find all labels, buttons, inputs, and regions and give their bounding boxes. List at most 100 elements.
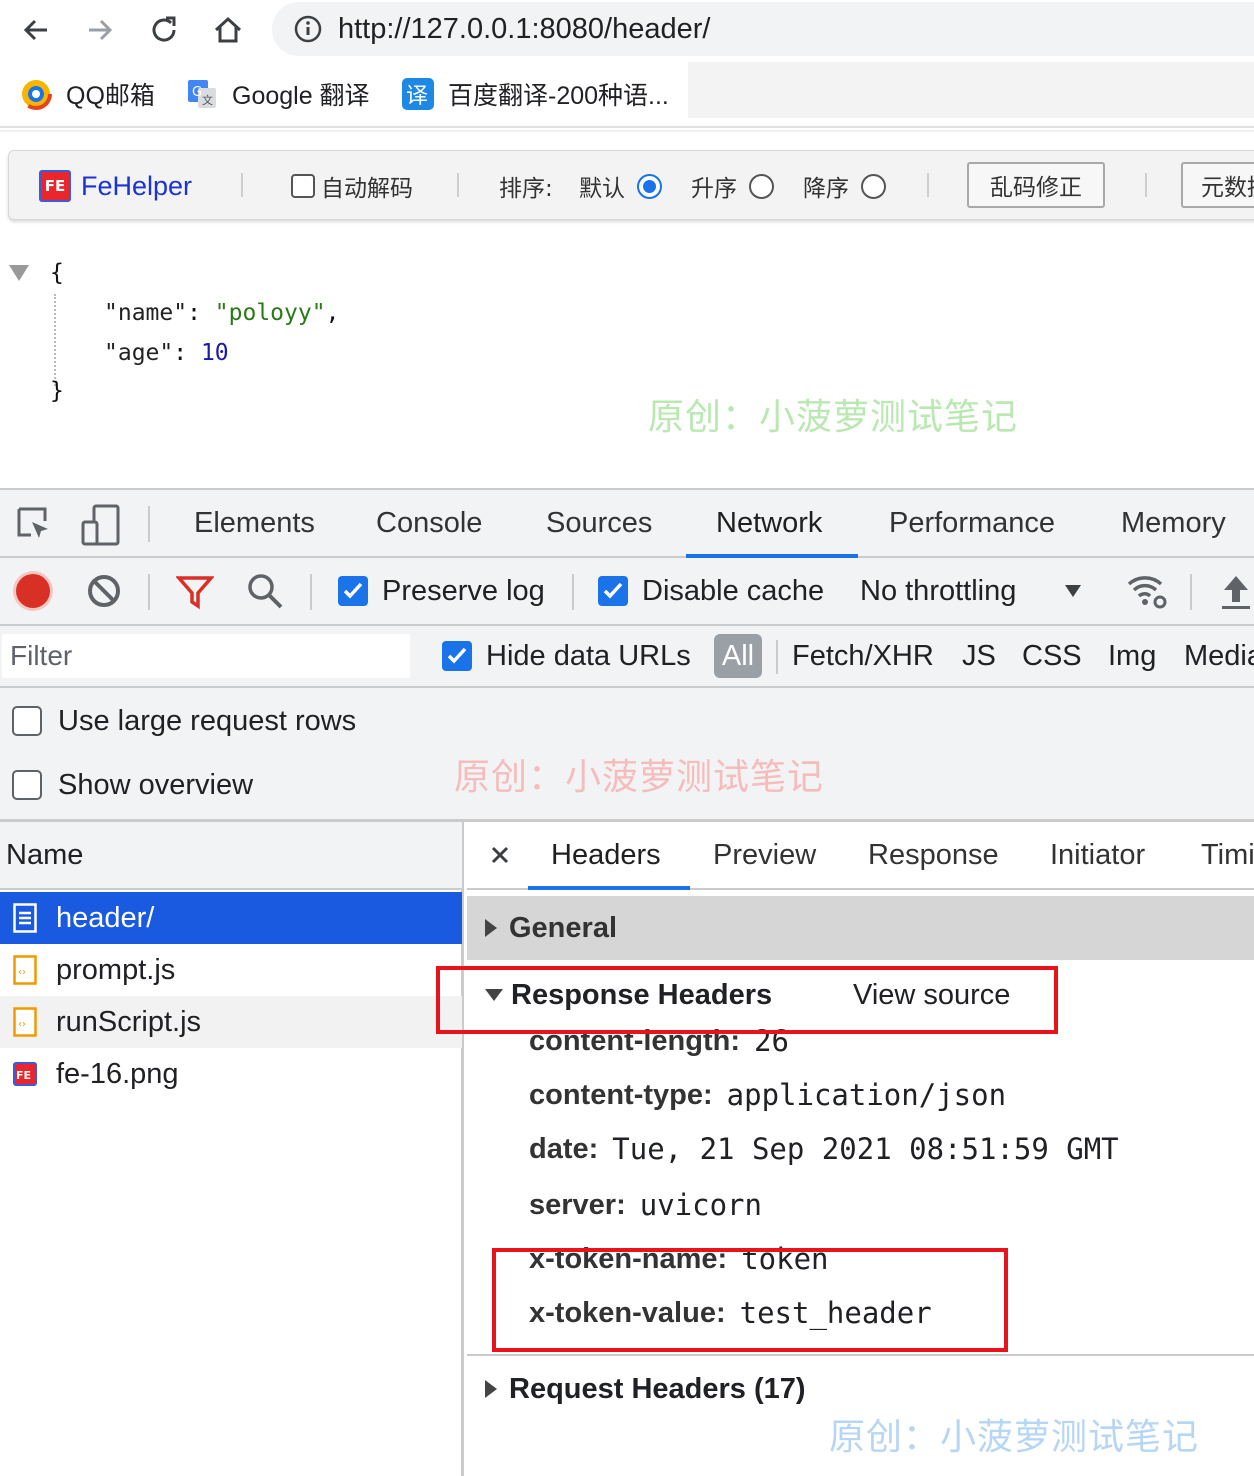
fehelper-brand[interactable]: FE FeHelper (39, 151, 192, 221)
radio-icon (861, 173, 886, 199)
fehelper-toolbar: FE FeHelper 自动解码 排序: 默认 升序 降序 乱码修正 元数据 (8, 150, 1254, 220)
bookmark-label: Google 翻译 (232, 82, 370, 110)
request-name: header/ (56, 901, 155, 934)
request-headers-label: Request Headers (17) (509, 1372, 806, 1405)
request-headers-section[interactable]: Request Headers (17) (485, 1364, 806, 1414)
request-name: prompt.js (56, 953, 176, 986)
record-button[interactable] (16, 574, 50, 608)
sort-desc-label: 降序 (803, 176, 849, 202)
page-viewport: FE FeHelper 自动解码 排序: 默认 升序 降序 乱码修正 元数据 { (0, 130, 1254, 490)
tab-network[interactable]: Network (716, 490, 822, 556)
google-translate-icon: G文 (188, 80, 216, 108)
svg-text:‹›: ‹› (18, 967, 26, 978)
address-bar[interactable]: http://127.0.0.1:8080/header/ (272, 2, 1254, 56)
use-large-rows-checkbox[interactable]: Use large request rows (12, 696, 356, 746)
preserve-log-checkbox[interactable]: Preserve log (338, 558, 545, 624)
network-conditions-icon[interactable] (1126, 572, 1170, 612)
json-line-age: "age": 10 (104, 340, 229, 366)
filter-type-img[interactable]: Img (1108, 626, 1156, 686)
close-icon[interactable] (491, 846, 509, 864)
inspect-element-icon[interactable] (16, 506, 54, 544)
filter-funnel-icon[interactable] (176, 574, 214, 610)
baidu-translate-icon: 译 (402, 78, 434, 110)
filter-type-css[interactable]: CSS (1022, 626, 1082, 686)
sort-asc-radio[interactable]: 升序 (691, 151, 774, 221)
devtools-panel: Elements Console Sources Network Perform… (0, 488, 1254, 1476)
network-settings: Use large request rows Show overview 原创：… (0, 688, 1254, 822)
json-key: "name" (104, 300, 188, 326)
back-button[interactable] (14, 8, 58, 52)
hide-data-urls-label: Hide data URLs (486, 639, 691, 672)
radio-selected-icon (637, 173, 662, 199)
checkbox-checked-icon (338, 576, 368, 606)
fix-encoding-button[interactable]: 乱码修正 (967, 162, 1105, 208)
filter-type-fetch-xhr[interactable]: Fetch/XHR (792, 626, 934, 686)
import-har-icon[interactable] (1220, 572, 1252, 612)
image-file-icon: FE (12, 1059, 38, 1089)
highlight-box-token-headers (492, 1248, 1008, 1352)
separator (572, 574, 574, 610)
bookmark-baidu-translate[interactable]: 译 百度翻译-200种语... (402, 74, 669, 114)
script-file-icon: ‹› (12, 955, 38, 985)
forward-button[interactable] (78, 8, 122, 52)
hide-data-urls-checkbox[interactable]: Hide data URLs (442, 626, 691, 686)
request-row-header[interactable]: header/ (0, 892, 462, 944)
script-file-icon: ‹› (12, 1007, 38, 1037)
header-key: server: (529, 1188, 626, 1221)
general-label: General (509, 911, 617, 944)
sort-asc-label: 升序 (691, 176, 737, 202)
filter-type-all[interactable]: All (714, 634, 762, 678)
filter-input[interactable]: Filter (2, 634, 410, 678)
sort-default-radio[interactable]: 默认 (579, 151, 662, 221)
sort-label: 排序: (499, 176, 553, 202)
fehelper-brand-label: FeHelper (81, 170, 193, 201)
tab-sources[interactable]: Sources (546, 490, 652, 556)
request-row-runscript-js[interactable]: ‹› runScript.js (0, 996, 462, 1048)
qq-mail-icon (20, 78, 52, 110)
bookmark-google-translate[interactable]: G文 Google 翻译 (186, 74, 370, 114)
tab-memory[interactable]: Memory (1121, 490, 1226, 556)
tab-elements[interactable]: Elements (194, 490, 315, 556)
header-row: date: Tue, 21 Sep 2021 08:51:59 GMT (529, 1124, 1119, 1174)
request-details: Headers Preview Response Initiator Timin… (436, 822, 1254, 1476)
json-indent-guide (54, 294, 56, 386)
tab-response[interactable]: Response (868, 822, 999, 888)
general-section-header[interactable]: General (467, 896, 1254, 960)
request-name: runScript.js (56, 1005, 202, 1038)
bookmark-qq-mail[interactable]: QQ邮箱 (20, 74, 155, 114)
search-icon[interactable] (246, 572, 284, 610)
sort-default-label: 默认 (579, 176, 625, 202)
tab-headers[interactable]: Headers (551, 822, 661, 888)
tab-performance[interactable]: Performance (889, 490, 1055, 556)
header-row: content-type: application/json (529, 1070, 1006, 1120)
request-row-fe-16-png[interactable]: FE fe-16.png (0, 1048, 462, 1100)
svg-text:FE: FE (16, 1069, 31, 1082)
collapse-triangle-icon[interactable] (8, 264, 30, 282)
tab-preview[interactable]: Preview (713, 822, 816, 888)
header-key: content-type: (529, 1078, 713, 1111)
reload-icon (152, 16, 176, 42)
device-toolbar-icon[interactable] (80, 504, 122, 546)
home-icon (214, 16, 242, 43)
home-button[interactable] (206, 8, 250, 52)
filter-type-media[interactable]: Media (1184, 626, 1254, 686)
throttling-select[interactable]: No throttling (860, 558, 1082, 624)
request-row-prompt-js[interactable]: ‹› prompt.js (0, 944, 462, 996)
metadata-button[interactable]: 元数据 (1181, 162, 1254, 208)
checkbox-icon (291, 174, 315, 198)
tab-initiator[interactable]: Initiator (1050, 822, 1145, 888)
auto-decode-checkbox[interactable]: 自动解码 (291, 151, 413, 221)
reload-button[interactable] (142, 8, 186, 52)
filter-type-js[interactable]: JS (962, 626, 996, 686)
clear-icon[interactable] (86, 573, 122, 609)
sort-desc-radio[interactable]: 降序 (803, 151, 886, 221)
name-column-header[interactable]: Name (0, 822, 462, 890)
show-overview-checkbox[interactable]: Show overview (12, 760, 253, 810)
expand-triangle-icon (485, 919, 497, 937)
radio-icon (749, 173, 774, 199)
disable-cache-checkbox[interactable]: Disable cache (598, 558, 824, 624)
tab-timing[interactable]: Timing (1201, 822, 1254, 888)
disable-cache-label: Disable cache (642, 574, 825, 607)
tab-console[interactable]: Console (376, 490, 482, 556)
watermark-text: 原创：小菠萝测试笔记 (454, 757, 825, 798)
